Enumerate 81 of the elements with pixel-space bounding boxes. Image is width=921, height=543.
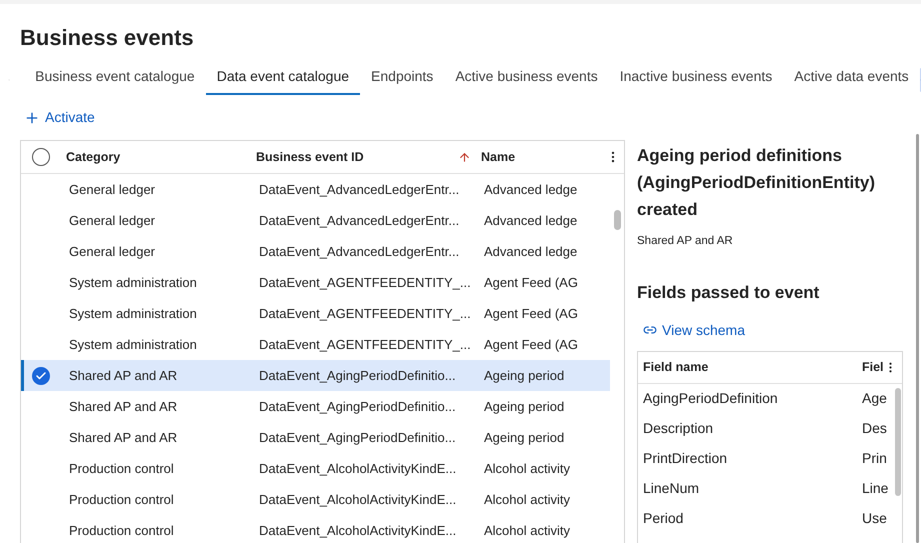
grid-row[interactable]: General ledger DataEvent_AdvancedLedgerEntr... Advanced ledge [21, 174, 610, 205]
event-category: Shared AP and AR [637, 234, 733, 249]
table-cell-text: Prin [862, 449, 887, 468]
table-cell-text: DataEvent_AlcoholActivityKindE... [259, 460, 458, 478]
table-cell-text: DataEvent_AlcoholActivityKindE... [259, 490, 458, 509]
table-cell-text: Production control [69, 490, 175, 509]
grid-row[interactable]: System administration DataEvent_AGENTFEEDENTITY_... Agent Feed (AG [21, 329, 610, 360]
table-cell-text: AgingPeriodDefinition [643, 389, 779, 408]
column-header[interactable]: Field name [643, 358, 862, 377]
grid-row[interactable]: Shared AP and AR DataEvent_AgingPeriodDefinitio... Ageing period [21, 391, 610, 422]
tab[interactable]: Data event catalogue [206, 64, 360, 95]
table-cell-text: DataEvent_AgingPeriodDefinitio... [259, 428, 457, 447]
grid-row[interactable]: Production control DataEvent_AlcoholActivityKindE... Alcohol activity [21, 484, 610, 515]
column-header[interactable]: Name [481, 148, 516, 166]
table-cell-text: Advanced ledge [484, 242, 578, 261]
table-cell-text: DataEvent_AGENTFEEDENTITY_... [259, 304, 472, 323]
column-header[interactable]: Business event ID [256, 148, 364, 166]
plus-icon [24, 110, 40, 126]
table-cell-text: Advanced ledge [484, 212, 578, 230]
table-cell-text: Production control [69, 522, 175, 540]
table-cell-text: Age [862, 389, 887, 408]
table-cell-text: Alcohol activity [484, 460, 571, 478]
table-cell-text: Agent Feed (AG [484, 304, 579, 323]
fields-heading: Fields passed to event [637, 282, 820, 304]
table-cell-text: Alcohol activity [484, 490, 571, 509]
grid-row[interactable]: General ledger DataEvent_AdvancedLedgerEntr... Advanced ledge [21, 236, 610, 267]
selected-check-icon[interactable] [32, 366, 50, 384]
table-cell-text: DataEvent_AdvancedLedgerEntr... [259, 180, 460, 199]
grid-row[interactable]: System administration DataEvent_AGENTFEEDENTITY_... Agent Feed (AG [21, 298, 610, 329]
table-cell-text: PrintDirection [643, 449, 728, 468]
table-cell-text: System administration [69, 274, 198, 292]
grid-row[interactable]: Production control DataEvent_AlcoholActivityKindE... Alcohol activity [21, 515, 610, 543]
table-cell-text: LineNum [643, 479, 700, 498]
table-cell-text: Production control [69, 460, 175, 478]
tab[interactable]: Inactive business events [608, 64, 784, 95]
table-cell-text: Period [643, 509, 684, 528]
table-cell-text: Line [862, 479, 888, 498]
table-cell-text: General ledger [69, 180, 156, 199]
table-cell-text: Shared AP and AR [69, 398, 178, 416]
table-cell-text: System administration [69, 304, 198, 323]
table-cell-text: Alcohol activity [484, 522, 571, 540]
table-cell-text: Agent Feed (AG [484, 336, 579, 354]
scrollbar-thumb[interactable] [614, 210, 620, 230]
table-cell-text: Ageing period [484, 428, 566, 447]
grid-row[interactable]: Shared AP and AR DataEvent_AgingPeriodDefinitio... Ageing period [21, 422, 610, 453]
table-cell-text: Des [862, 419, 887, 438]
tab[interactable]: Active business events [444, 64, 609, 95]
view-schema-link[interactable]: View schema [643, 320, 746, 341]
page-title: Business events [19, 24, 195, 52]
tab[interactable]: Business event catalogue [24, 64, 206, 95]
column-header[interactable]: Fiel [862, 358, 884, 377]
table-cell-text: General ledger [69, 212, 156, 230]
scrollbar-thumb[interactable] [916, 134, 919, 543]
activate-button[interactable]: Activate [24, 107, 95, 128]
table-cell-text: DataEvent_AdvancedLedgerEntr... [259, 212, 460, 230]
grid-row[interactable]: Shared AP and AR DataEvent_AgingPeriodDefinitio... Ageing period [21, 360, 610, 391]
table-cell-text: Shared AP and AR [69, 428, 178, 447]
table-cell-text: DataEvent_AgingPeriodDefinitio... [259, 366, 457, 385]
column-header[interactable]: Category [66, 148, 256, 166]
grid-row[interactable]: System administration DataEvent_AGENTFEEDENTITY_... Agent Feed (AG [21, 267, 610, 298]
table-cell-text: General ledger [69, 242, 156, 261]
tab[interactable]: Endpoints [360, 64, 444, 95]
table-cell-text: Advanced ledge [484, 180, 578, 199]
tab[interactable]: Active data events [783, 64, 920, 95]
table-cell-text: DataEvent_AdvancedLedgerEntr... [259, 242, 460, 261]
table-cell-text: Ageing period [484, 366, 566, 385]
table-cell-text: Description [643, 419, 714, 438]
table-cell-text: System administration [69, 336, 198, 354]
table-cell-text: DataEvent_AGENTFEEDENTITY_... [259, 274, 472, 292]
table-cell-text: Agent Feed (AG [484, 274, 579, 292]
grid-row[interactable]: Production control DataEvent_AlcoholActivityKindE... Alcohol activity [21, 453, 610, 484]
table-cell-text: Shared AP and AR [69, 366, 178, 385]
grid-row[interactable]: General ledger DataEvent_AdvancedLedgerEntr... Advanced ledge [21, 205, 610, 236]
table-cell-text: Use [862, 509, 887, 528]
table-cell-text: DataEvent_AlcoholActivityKindE... [259, 522, 458, 540]
scrollbar-thumb[interactable] [894, 388, 901, 496]
table-cell-text: Ageing period [484, 398, 566, 416]
sort-arrow-icon [458, 150, 471, 164]
table-cell-text: DataEvent_AGENTFEEDENTITY_... [259, 336, 472, 354]
table-cell-text: DataEvent_AgingPeriodDefinitio... [259, 398, 457, 416]
event-title: Ageing period definitions (AgingPeriodDefinitionEntity) created [637, 145, 876, 221]
